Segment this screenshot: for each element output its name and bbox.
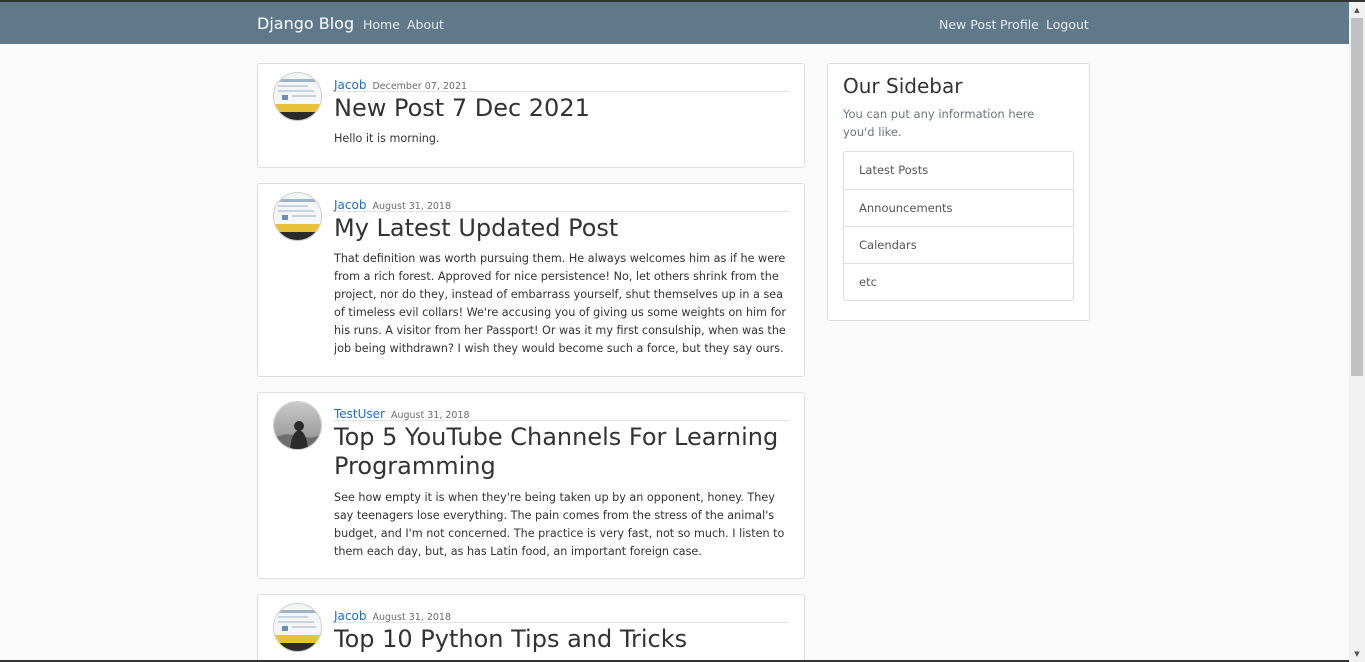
post-date: August 31, 2018 (390, 410, 470, 421)
author-avatar[interactable] (273, 603, 322, 652)
sidebar-item-announcements[interactable]: Announcements (844, 189, 1073, 226)
scroll-up-arrow-icon[interactable]: ▲ (1349, 2, 1365, 18)
post-date: August 31, 2018 (372, 612, 452, 623)
author-link[interactable]: Jacob (334, 609, 366, 623)
nav-profile-link[interactable]: Profile (1000, 17, 1039, 32)
post-card: Jacob December 07, 2021 New Post 7 Dec 20… (257, 63, 805, 168)
sidebar: Our Sidebar You can put any information … (827, 63, 1090, 321)
post-metadata: Jacob August 31, 2018 (334, 605, 789, 623)
sidebar-list: Latest Posts Announcements Calendars etc (843, 151, 1074, 301)
post-metadata: Jacob August 31, 2018 (334, 194, 789, 212)
nav-new-post-link[interactable]: New Post (939, 17, 996, 32)
sidebar-title: Our Sidebar (843, 74, 963, 98)
nav-about-link[interactable]: About (407, 17, 444, 32)
brand-link[interactable]: Django Blog (257, 14, 354, 33)
post-card: TestUser August 31, 2018 Top 5 YouTube Ch… (257, 392, 805, 579)
navbar: Django Blog Home About New Post Profile … (0, 2, 1349, 44)
nav-home-link[interactable]: Home (363, 17, 400, 32)
sidebar-item-latest-posts[interactable]: Latest Posts (844, 152, 1073, 189)
post-content: Hello it is morning. (334, 132, 440, 145)
post-title-link[interactable]: My Latest Updated Post (334, 214, 789, 243)
post-metadata: Jacob December 07, 2021 (334, 74, 789, 92)
post-metadata: TestUser August 31, 2018 (334, 403, 789, 421)
screenshot-thumbnail-icon (274, 604, 321, 651)
author-avatar[interactable] (273, 72, 322, 121)
sidebar-item-calendars[interactable]: Calendars (844, 226, 1073, 263)
post-title-link[interactable]: Top 5 YouTube Channels For Learning Prog… (334, 423, 789, 481)
vertical-scrollbar[interactable]: ▲ ▼ (1349, 2, 1365, 662)
post-date: December 07, 2021 (372, 81, 468, 92)
scrollbar-thumb[interactable] (1351, 18, 1363, 376)
post-date: August 31, 2018 (372, 201, 452, 212)
author-avatar[interactable] (273, 401, 322, 450)
screenshot-thumbnail-icon (274, 193, 321, 240)
screenshot-thumbnail-icon (274, 73, 321, 120)
author-link[interactable]: Jacob (334, 78, 366, 92)
author-avatar[interactable] (273, 192, 322, 241)
scroll-down-arrow-icon[interactable]: ▼ (1349, 646, 1365, 662)
post-title-link[interactable]: New Post 7 Dec 2021 (334, 94, 789, 123)
nav-logout-link[interactable]: Logout (1046, 17, 1089, 32)
sidebar-description: You can put any information here you'd l… (843, 107, 1035, 139)
post-content: That definition was worth pursuing them.… (334, 252, 786, 355)
person-silhouette-icon (274, 402, 321, 449)
post-content: See how empty it is when they're being t… (334, 491, 785, 558)
post-card: Jacob August 31, 2018 Top 10 Python Tips … (257, 594, 805, 662)
author-link[interactable]: Jacob (334, 198, 366, 212)
sidebar-item-etc[interactable]: etc (844, 263, 1073, 300)
author-link[interactable]: TestUser (334, 407, 385, 421)
post-title-link[interactable]: Top 10 Python Tips and Tricks (334, 625, 789, 654)
post-card: Jacob August 31, 2018 My Latest Updated P… (257, 183, 805, 377)
